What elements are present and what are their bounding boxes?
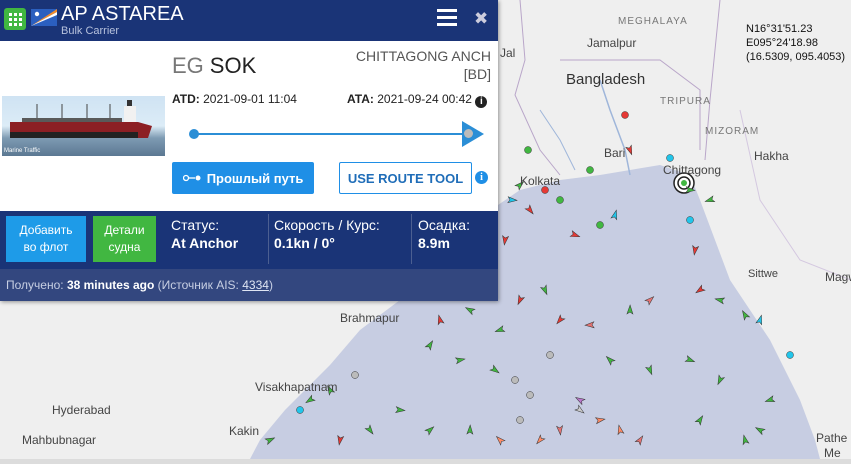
vessel-marker-icon[interactable] [666, 154, 674, 162]
details-label-2: судна [108, 240, 141, 254]
draught-stat: Осадка: 8.9m [418, 216, 470, 252]
vessel-marker-icon[interactable] [546, 351, 554, 359]
map-label-barisal: Bari [604, 146, 626, 160]
status-value: At Anchor [171, 235, 239, 251]
vessel-stats-bar: Добавить во флот Детали судна Статус: At A… [0, 211, 498, 269]
ais-footer: Получено: 38 minutes ago (Источник AIS: … [0, 269, 498, 301]
received-label: Получено: [6, 278, 64, 292]
track-icon [182, 174, 201, 182]
ata-label: ATA: [347, 92, 374, 106]
atd-field: ATD: 2021-09-01 11:04 [172, 92, 297, 106]
vessel-marker-icon[interactable] [526, 391, 534, 399]
route-tool-button[interactable]: USE ROUTE TOOL [339, 162, 472, 194]
draught-value: 8.9m [418, 235, 450, 251]
map-label-magway: Magw [825, 270, 851, 284]
vessel-marker-icon[interactable] [511, 376, 519, 384]
speed-value: 0.1kn / 0° [274, 235, 335, 251]
route-tool-info-icon[interactable]: i [475, 171, 488, 184]
vessel-marker-icon[interactable] [524, 146, 532, 154]
draught-label: Осадка: [418, 217, 470, 233]
map-label-mizoram: MIZORAM [705, 126, 760, 137]
departure-port-name: SOK [209, 53, 257, 78]
add-fleet-label-1: Добавить [19, 223, 73, 237]
vessel-marker-icon[interactable] [516, 416, 524, 424]
vessel-name: AP ASTAREA [61, 3, 184, 25]
route-tool-label: USE ROUTE TOOL [347, 170, 464, 186]
add-to-fleet-button[interactable]: Добавить во флот [6, 216, 86, 262]
map-label-mahbubnagar: Mahbubnagar [22, 433, 97, 447]
panel-header: AP ASTAREA Bulk Carrier ✖ [0, 0, 498, 41]
ata-field: ATA: 2021-09-24 00:42 i [347, 92, 488, 108]
departure-country: EG [172, 53, 204, 78]
past-track-button[interactable]: Прошлый путь [172, 162, 314, 194]
map-label-pathein: Pathe [816, 431, 848, 445]
source-close: ) [268, 278, 273, 292]
destination-port-name: CHITTAGONG ANCH [355, 48, 491, 64]
status-stat: Статус: At Anchor [171, 216, 238, 252]
source-label: (Источник AIS: [157, 278, 239, 292]
route-current-position [464, 129, 473, 138]
map-label-sittwe: Sittwe [748, 268, 778, 280]
vessel-marker-icon[interactable] [786, 351, 794, 359]
vessel-info-panel: AP ASTAREA Bulk Carrier ✖ Marine Traffic… [0, 0, 498, 301]
map-label-me: Me [824, 446, 841, 460]
ata-value: 2021-09-24 00:42 [377, 92, 472, 106]
speed-course-stat: Скорость / Курс: 0.1kn / 0° [274, 216, 380, 252]
details-label-1: Детали [104, 223, 145, 237]
departure-port: EG SOK [172, 53, 256, 79]
menu-icon[interactable] [437, 9, 457, 27]
stat-divider [268, 214, 269, 264]
vessel-type: Bulk Carrier [61, 25, 120, 37]
coord-lat: N16°31'51.23 [746, 23, 813, 35]
vessel-marker-icon[interactable] [296, 406, 304, 414]
destination-country: [BD] [463, 66, 491, 82]
map-label-bangladesh: Bangladesh [566, 71, 646, 88]
vessel-marker-icon[interactable] [556, 196, 564, 204]
vessel-photo[interactable]: Marine Traffic [2, 96, 165, 156]
close-icon[interactable]: ✖ [474, 9, 488, 29]
vessel-marker-icon[interactable] [596, 221, 604, 229]
past-track-label: Прошлый путь [206, 170, 304, 186]
stat-divider [411, 214, 412, 264]
apps-grid-icon[interactable] [4, 8, 26, 30]
vessel-marker-icon[interactable] [686, 216, 694, 224]
ais-source-link[interactable]: 4334 [242, 278, 269, 292]
map-label-hakha: Hakha [754, 149, 789, 163]
route-start-dot [189, 129, 199, 139]
photo-caption: Marine Traffic [4, 148, 41, 154]
vessel-details-button[interactable]: Детали судна [93, 216, 156, 262]
map-label-visakhapatnam: Visakhapatnam [255, 380, 338, 394]
map-label-kakinada: Kakin [229, 424, 260, 438]
coord-lon: E095°24'18.98 [746, 37, 818, 49]
coord-decimal: (16.5309, 095.4053) [746, 51, 846, 63]
cursor-coordinates: N16°31'51.23 E095°24'18.98 (16.5309, 095… [746, 22, 845, 64]
map-label-brahmapur: Brahmapur [340, 311, 400, 325]
ata-info-icon[interactable]: i [475, 96, 488, 108]
route-progress-bar [194, 133, 470, 135]
map-label-hyderabad: Hyderabad [52, 403, 111, 417]
received-value: 38 minutes ago [66, 278, 155, 292]
map-label-tripura: TRIPURA [660, 96, 711, 107]
marshall-islands-flag-icon [31, 9, 57, 26]
map-label-chittagong: Chittagong [663, 163, 722, 177]
vessel-marker-icon[interactable] [621, 111, 629, 119]
destination-port: CHITTAGONG ANCH [BD] [356, 47, 491, 83]
vessel-marker-icon[interactable] [586, 166, 594, 174]
status-label: Статус: [171, 217, 220, 233]
map-label-jalpaiguri: Jal [500, 46, 516, 60]
map-label-jamalpur: Jamalpur [587, 36, 637, 50]
map-label-meghalaya: MEGHALAYA [618, 16, 688, 27]
atd-value: 2021-09-01 11:04 [203, 92, 297, 106]
vessel-marker-icon[interactable] [351, 371, 359, 379]
atd-label: ATD: [172, 92, 200, 106]
map-label-kolkata: Kolkata [520, 174, 561, 188]
add-fleet-label-2: во флот [23, 240, 69, 254]
speed-label: Скорость / Курс: [274, 217, 380, 233]
